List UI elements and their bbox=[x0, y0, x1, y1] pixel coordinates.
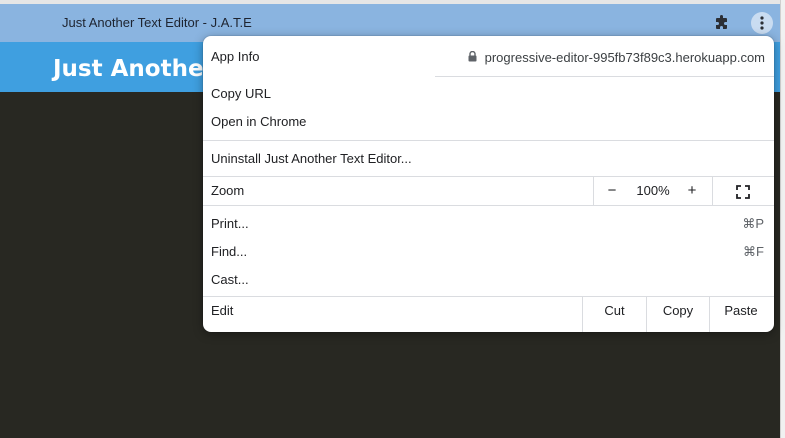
scrollbar[interactable] bbox=[780, 0, 785, 438]
print-item[interactable]: Print... bbox=[211, 214, 249, 234]
find-shortcut: ⌘F bbox=[743, 244, 764, 259]
zoom-out-button[interactable]: − bbox=[601, 181, 623, 201]
app-url[interactable]: progressive-editor-995fb73f89c3.herokuap… bbox=[468, 47, 765, 67]
edit-label: Edit bbox=[211, 303, 234, 318]
copy-url-item[interactable]: Copy URL bbox=[211, 84, 271, 104]
divider bbox=[712, 177, 713, 205]
zoom-level: 100% bbox=[636, 183, 670, 198]
divider bbox=[203, 205, 774, 206]
divider bbox=[203, 176, 774, 177]
zoom-in-button[interactable]: + bbox=[681, 181, 703, 201]
divider bbox=[203, 296, 774, 297]
uninstall-item[interactable]: Uninstall Just Another Text Editor... bbox=[211, 149, 412, 169]
print-shortcut: ⌘P bbox=[742, 216, 764, 231]
app-url-text: progressive-editor-995fb73f89c3.herokuap… bbox=[484, 49, 765, 65]
divider bbox=[593, 177, 594, 205]
app-menu: App Info progressive-editor-995fb73f89c3… bbox=[203, 36, 774, 332]
window-title: Just Another Text Editor - J.A.T.E bbox=[62, 15, 252, 30]
lock-icon bbox=[468, 50, 477, 65]
copy-button[interactable]: Copy bbox=[647, 301, 709, 321]
zoom-label: Zoom bbox=[211, 183, 245, 198]
paste-button[interactable]: Paste bbox=[710, 301, 772, 321]
fullscreen-icon[interactable] bbox=[733, 181, 753, 201]
divider bbox=[435, 76, 774, 77]
cast-item[interactable]: Cast... bbox=[211, 270, 249, 290]
divider bbox=[203, 140, 774, 141]
kebab-menu-icon[interactable] bbox=[751, 12, 773, 34]
puzzle-icon[interactable] bbox=[712, 13, 732, 33]
app-info-item[interactable]: App Info bbox=[211, 47, 259, 67]
cut-button[interactable]: Cut bbox=[583, 301, 646, 321]
find-item[interactable]: Find... bbox=[211, 242, 247, 262]
open-in-chrome-item[interactable]: Open in Chrome bbox=[211, 112, 306, 132]
